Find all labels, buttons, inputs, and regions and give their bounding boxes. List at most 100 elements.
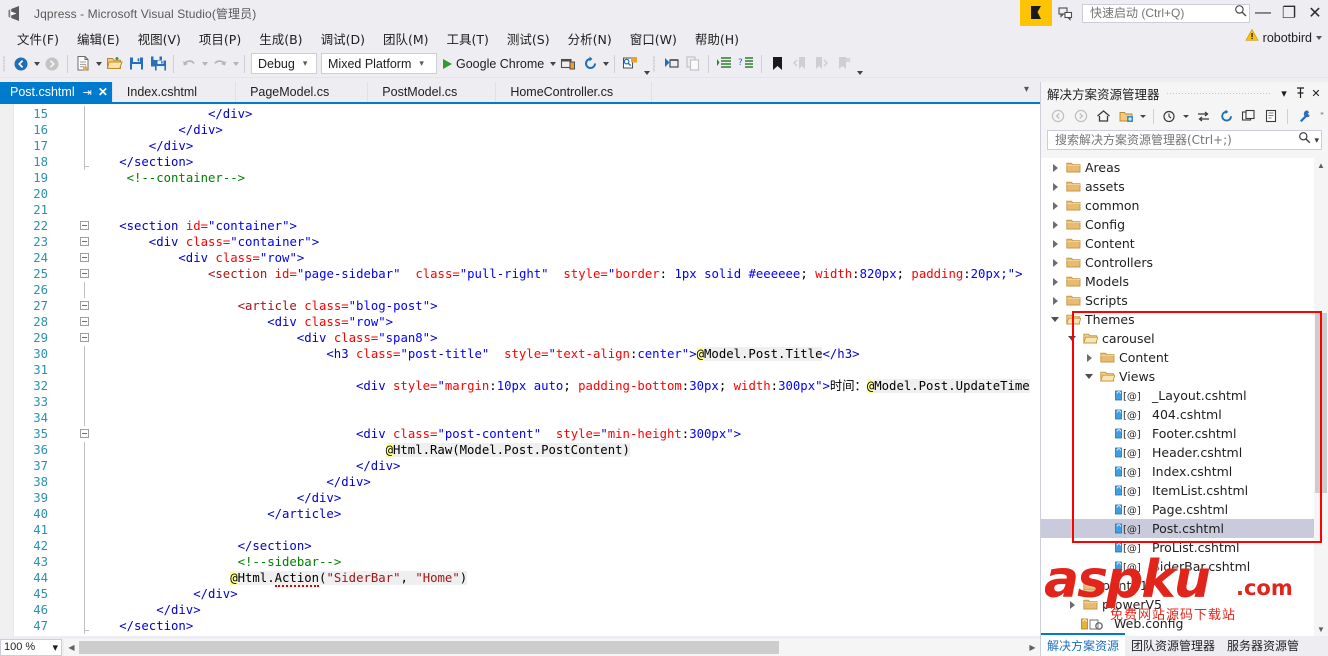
hscroll-thumb[interactable] [79, 640, 779, 654]
chevron-right-icon[interactable] [1047, 253, 1063, 272]
new-project-icon[interactable] [72, 53, 94, 75]
tree-item-prowerv5[interactable]: prowerV5 [1041, 595, 1328, 614]
search-icon[interactable] [1298, 131, 1311, 149]
chevron-right-icon[interactable] [1064, 576, 1080, 595]
tree-item-post-cshtml[interactable]: [@] Post.cshtml [1041, 519, 1328, 538]
refresh-caret-icon[interactable] [601, 53, 610, 75]
properties-icon[interactable] [1261, 106, 1283, 126]
start-debugging-button[interactable]: Google Chrome [439, 57, 548, 71]
pending-changes-icon[interactable] [1159, 106, 1181, 126]
solution-platform-combo[interactable]: Mixed Platform ▾ [321, 53, 437, 74]
menu-item-11[interactable]: 帮助(H) [686, 26, 748, 51]
document-tab-4[interactable]: HomeController.cs [496, 82, 653, 102]
refresh-icon[interactable] [1215, 106, 1237, 126]
find-in-files-icon[interactable] [619, 53, 641, 75]
menu-item-10[interactable]: 窗口(W) [621, 26, 686, 51]
tree-item-areas[interactable]: Areas [1041, 158, 1328, 177]
document-tab-3[interactable]: PostModel.cs [368, 82, 497, 102]
close-icon[interactable]: ✕ [98, 85, 108, 99]
solution-tree[interactable]: Areas assets common Config Content Controller… [1041, 158, 1328, 636]
chevron-right-icon[interactable] [1047, 215, 1063, 234]
chevron-down-icon[interactable] [1047, 310, 1063, 329]
sync-views-icon[interactable] [1192, 106, 1214, 126]
pin-icon[interactable] [1292, 83, 1308, 103]
tree-item--layout-cshtml[interactable]: [@] _Layout.cshtml [1041, 386, 1328, 405]
bookmark-icon[interactable] [766, 53, 788, 75]
indent-icon[interactable] [713, 53, 735, 75]
collapse-all-caret-icon[interactable] [1138, 106, 1148, 126]
pin-icon[interactable]: ⇥ [83, 86, 92, 99]
solution-explorer-scrollbar[interactable]: ▲ ▼ [1314, 158, 1328, 636]
tree-item-assets[interactable]: assets [1041, 177, 1328, 196]
find-overflow-icon[interactable] [641, 53, 653, 75]
menu-item-7[interactable]: 工具(T) [438, 26, 498, 51]
menu-item-5[interactable]: 调试(D) [312, 26, 374, 51]
close-button[interactable]: ✕ [1302, 0, 1328, 26]
code-editor[interactable]: 15 </div> 16 </div> 17 </div> 18 </section> 19 <!… [0, 104, 1040, 636]
tree-item-carousel[interactable]: carousel [1041, 329, 1328, 348]
home-icon[interactable] [1092, 106, 1114, 126]
menu-item-9[interactable]: 分析(N) [559, 26, 621, 51]
tree-item-itemlist-cshtml[interactable]: [@] ItemList.cshtml [1041, 481, 1328, 500]
chevron-right-icon[interactable] [1047, 272, 1063, 291]
quick-launch-box[interactable] [1082, 3, 1250, 23]
step-into-icon[interactable] [660, 53, 682, 75]
tree-item-header-cshtml[interactable]: [@] Header.cshtml [1041, 443, 1328, 462]
tree-item-index-cshtml[interactable]: [@] Index.cshtml [1041, 462, 1328, 481]
outline-collapse-icon[interactable] [80, 221, 89, 230]
chevron-down-icon[interactable] [1064, 329, 1080, 348]
menu-item-2[interactable]: 视图(V) [129, 26, 190, 51]
restore-button[interactable]: ❐ [1276, 0, 1302, 26]
comment-icon[interactable]: ? [735, 53, 757, 75]
pending-changes-caret-icon[interactable] [1182, 106, 1192, 126]
chevron-right-icon[interactable] [1064, 595, 1080, 614]
quick-launch-input[interactable] [1088, 5, 1224, 21]
browser-select-icon[interactable] [557, 53, 579, 75]
overflow-icon[interactable]: " [1316, 106, 1328, 126]
outline-collapse-icon[interactable] [80, 253, 89, 262]
chevron-right-icon[interactable] [1047, 158, 1063, 177]
document-tab-2[interactable]: PageModel.cs [236, 82, 369, 102]
outline-collapse-icon[interactable] [80, 317, 89, 326]
scroll-down-icon[interactable]: ▼ [1314, 622, 1328, 636]
show-all-files-icon[interactable] [1238, 106, 1260, 126]
tree-item-siderbar-cshtml[interactable]: [@] SiderBar.cshtml [1041, 557, 1328, 576]
tree-item-footer-cshtml[interactable]: [@] Footer.cshtml [1041, 424, 1328, 443]
chevron-right-icon[interactable] [1047, 234, 1063, 253]
panel-menu-chevron-down-icon[interactable]: ▾ [1276, 83, 1292, 103]
feedback-icon[interactable] [1052, 0, 1078, 26]
menu-item-8[interactable]: 测试(S) [498, 26, 559, 51]
scroll-up-icon[interactable]: ▲ [1314, 158, 1328, 172]
menu-item-6[interactable]: 团队(M) [374, 26, 438, 51]
new-project-caret-icon[interactable] [94, 53, 103, 75]
panel-drag-dots[interactable] [1165, 92, 1270, 94]
chevron-down-icon[interactable] [1081, 367, 1097, 386]
dock-tab-0[interactable]: 解决方案资源 [1041, 633, 1126, 656]
tree-item-web-config[interactable]: Web.config [1041, 614, 1328, 633]
start-debugging-caret-icon[interactable] [548, 53, 557, 75]
chevron-down-icon[interactable] [1316, 35, 1322, 40]
document-tab-1[interactable]: Index.cshtml [112, 82, 237, 102]
outline-collapse-icon[interactable] [80, 429, 89, 438]
navigate-back-icon[interactable] [10, 53, 32, 75]
toolbar-grip-2[interactable] [653, 55, 660, 73]
tab-overflow-icon[interactable]: ▾ [1024, 84, 1029, 95]
chevron-right-icon[interactable] [1047, 291, 1063, 310]
close-icon[interactable]: ✕ [1308, 83, 1324, 103]
wrench-icon[interactable] [1293, 106, 1315, 126]
solution-configuration-combo[interactable]: Debug ▾ [251, 53, 317, 74]
tree-item-scripts[interactable]: Scripts [1041, 291, 1328, 310]
tree-item-common[interactable]: common [1041, 196, 1328, 215]
save-all-icon[interactable] [147, 53, 169, 75]
open-file-icon[interactable] [103, 53, 125, 75]
tree-item-views[interactable]: Views [1041, 367, 1328, 386]
flag-icon[interactable] [1020, 0, 1052, 26]
zoom-level-combo[interactable]: 100 % ▾ [0, 638, 62, 656]
user-account-area[interactable]: robotbird [1245, 28, 1322, 47]
tree-item-models[interactable]: Models [1041, 272, 1328, 291]
document-tab-0[interactable]: Post.cshtml ⇥ ✕ [0, 82, 113, 102]
chevron-right-icon[interactable] [1047, 196, 1063, 215]
scroll-right-icon[interactable]: ▶ [1025, 639, 1040, 656]
chevron-right-icon[interactable] [1081, 348, 1097, 367]
search-input[interactable] [1053, 132, 1299, 148]
